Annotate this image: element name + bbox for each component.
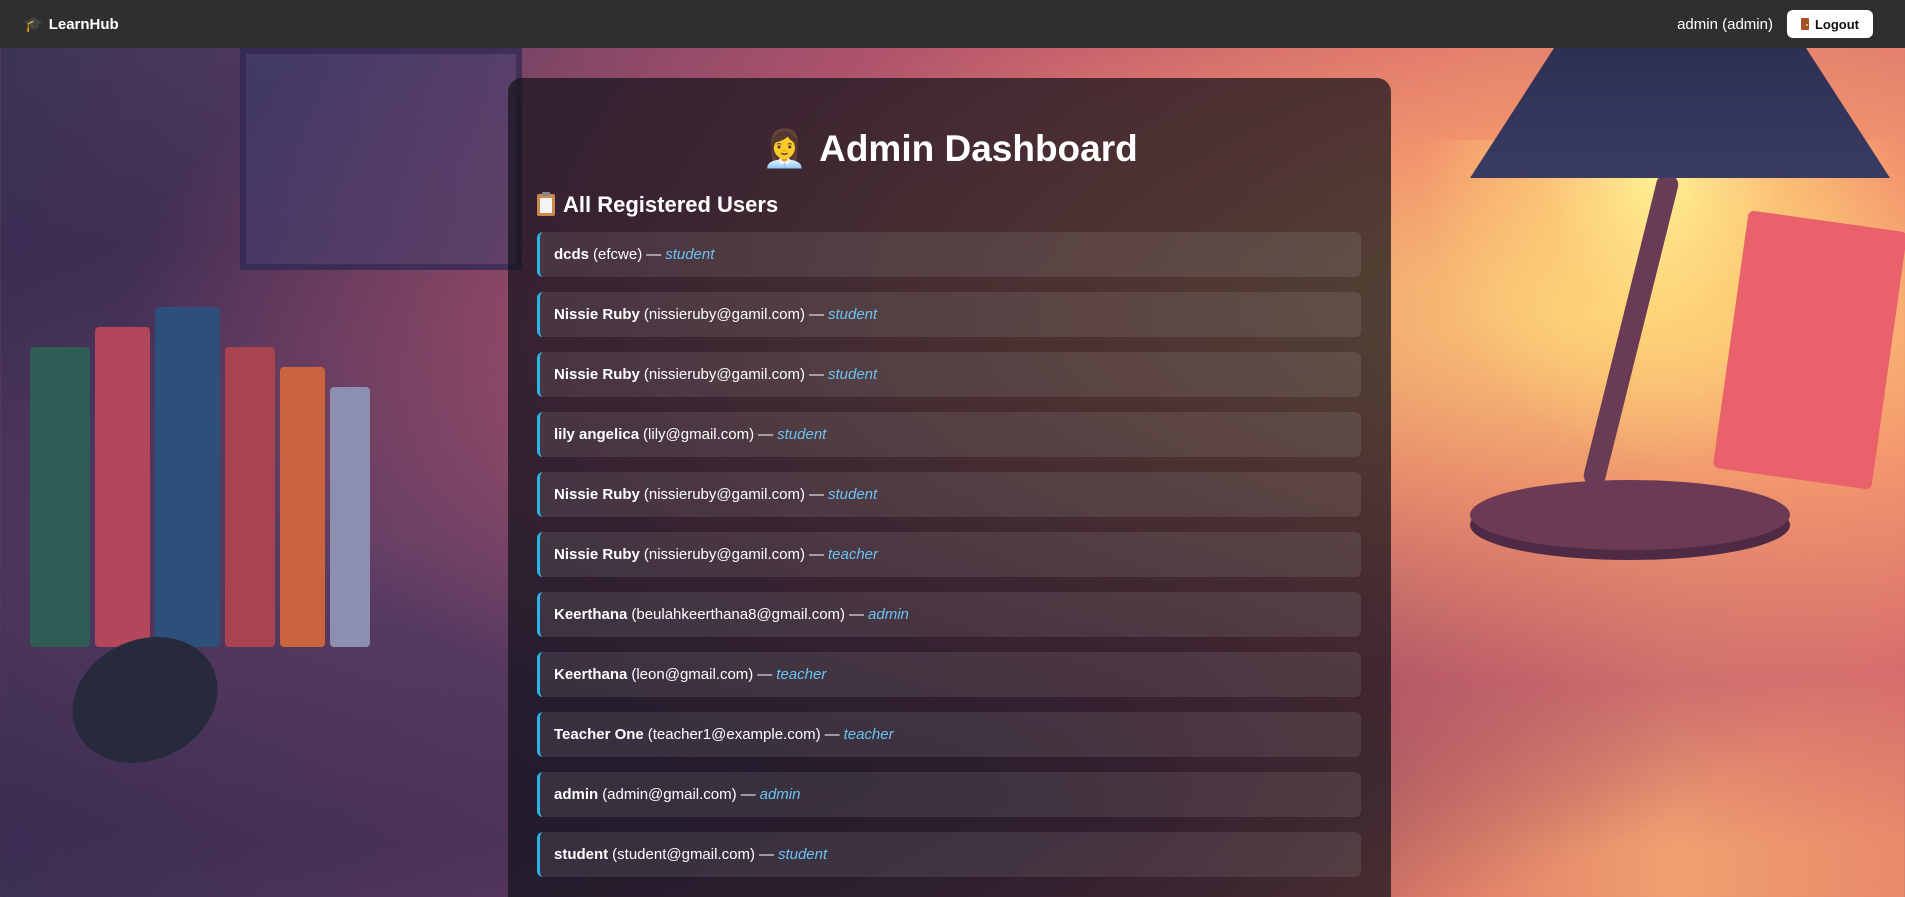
brand-name: LearnHub: [48, 15, 119, 33]
separator: —: [808, 486, 824, 503]
user-email: (nissieruby@gamil.com): [643, 366, 805, 383]
separator: —: [757, 666, 773, 683]
user-name: admin: [554, 786, 599, 803]
list-item: Keerthana (beulahkeerthana8@gmail.com) —…: [537, 592, 1361, 637]
separator: —: [849, 606, 865, 623]
section-title-text: All Registered Users: [563, 192, 779, 217]
dashboard-panel: 👩‍💼 Admin Dashboard All Registered Users…: [508, 78, 1391, 897]
user-email: (efcwe): [593, 246, 643, 263]
section-title: All Registered Users: [537, 192, 1363, 218]
separator: —: [740, 786, 756, 803]
logout-label: Logout: [1814, 16, 1859, 32]
list-item: Nissie Ruby (nissieruby@gamil.com) — tea…: [537, 532, 1361, 577]
user-email: (student@gmail.com): [612, 846, 755, 863]
top-navbar: 🎓 LearnHub admin (admin) Logout: [0, 0, 1905, 48]
user-list: dcds (efcwe) — student Nissie Ruby (niss…: [537, 232, 1363, 877]
navbar-right: admin (admin) Logout: [1677, 10, 1873, 38]
current-user-label: admin (admin): [1677, 15, 1773, 33]
background-red-book: [1712, 210, 1905, 490]
user-role: teacher: [843, 726, 894, 743]
user-name: Nissie Ruby: [554, 306, 640, 323]
user-role: admin: [868, 606, 909, 623]
list-item: Teacher One (teacher1@example.com) — tea…: [537, 712, 1361, 757]
list-item: lily angelica (lily@gmail.com) — student: [537, 412, 1361, 457]
separator: —: [758, 846, 774, 863]
user-name: Teacher One: [554, 726, 644, 743]
user-name: Nissie Ruby: [554, 366, 640, 383]
background-book: [330, 387, 370, 647]
user-role: student: [777, 426, 827, 443]
page-title-text: Admin Dashboard: [819, 128, 1138, 169]
user-email: (nissieruby@gamil.com): [643, 306, 805, 323]
user-role: student: [777, 846, 828, 863]
user-email: (teacher1@example.com): [647, 726, 821, 743]
brand-link[interactable]: 🎓 LearnHub: [24, 15, 119, 34]
background-window: [240, 48, 522, 270]
user-role: student: [827, 366, 878, 383]
separator: —: [808, 546, 824, 563]
background-book: [225, 347, 275, 647]
user-email: (leon@gmail.com): [631, 666, 754, 683]
background-lamp-glow: [1420, 140, 1900, 470]
background-book: [155, 307, 220, 647]
list-item: student (student@gmail.com) — student: [537, 832, 1361, 877]
user-role: admin: [759, 786, 801, 803]
background-lamp-arm: [1581, 172, 1681, 488]
separator: —: [808, 306, 824, 323]
graduation-cap-icon: 🎓: [24, 16, 43, 33]
clipboard-icon: [537, 192, 555, 216]
background-lamp-shade: [1470, 48, 1890, 178]
user-role: student: [827, 306, 878, 323]
separator: —: [758, 426, 774, 443]
user-name: student: [554, 846, 609, 863]
separator: —: [646, 246, 662, 263]
user-name: dcds: [554, 246, 590, 263]
user-role: student: [827, 486, 878, 503]
user-email: (lily@gmail.com): [643, 426, 755, 443]
user-email: (nissieruby@gamil.com): [643, 546, 805, 563]
list-item: admin (admin@gmail.com) — admin: [537, 772, 1361, 817]
separator: —: [808, 366, 824, 383]
user-name: lily angelica: [554, 426, 640, 443]
list-item: Nissie Ruby (nissieruby@gamil.com) — stu…: [537, 352, 1361, 397]
user-email: (beulahkeerthana8@gmail.com): [631, 606, 846, 623]
user-role: teacher: [776, 666, 827, 683]
door-icon: [1800, 18, 1809, 30]
list-item: dcds (efcwe) — student: [537, 232, 1361, 277]
page-title: 👩‍💼 Admin Dashboard: [537, 128, 1363, 170]
user-email: (nissieruby@gamil.com): [643, 486, 805, 503]
user-name: Keerthana: [554, 606, 628, 623]
background-book: [95, 327, 150, 647]
background-book: [30, 347, 90, 647]
background-lamp-base: [1470, 480, 1790, 550]
user-role: teacher: [827, 546, 879, 563]
user-email: (admin@gmail.com): [602, 786, 737, 803]
user-name: Nissie Ruby: [554, 486, 640, 503]
background-mouse: [51, 613, 239, 787]
user-name: Nissie Ruby: [554, 546, 640, 563]
background-book: [280, 367, 325, 647]
user-name: Keerthana: [554, 666, 628, 683]
list-item: Nissie Ruby (nissieruby@gamil.com) — stu…: [537, 292, 1361, 337]
list-item: Nissie Ruby (nissieruby@gamil.com) — stu…: [537, 472, 1361, 517]
office-worker-icon: 👩‍💼: [762, 128, 808, 169]
user-role: student: [665, 246, 715, 263]
separator: —: [824, 726, 840, 743]
list-item: Keerthana (leon@gmail.com) — teacher: [537, 652, 1361, 697]
logout-button[interactable]: Logout: [1786, 10, 1873, 38]
